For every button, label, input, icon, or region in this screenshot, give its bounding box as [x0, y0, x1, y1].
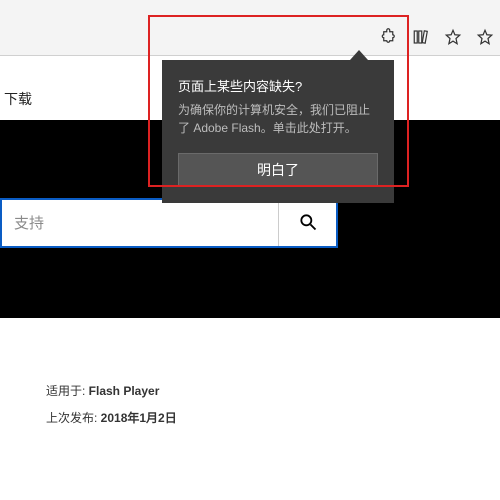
published-value: 2018年1月2日	[101, 411, 177, 425]
search-wrap	[0, 198, 338, 248]
published-label: 上次发布:	[46, 411, 101, 425]
popup-body[interactable]: 为确保你的计算机安全，我们已阻止了 Adobe Flash。单击此处打开。	[178, 101, 378, 137]
extension-icon[interactable]	[380, 28, 398, 46]
applies-to-label: 适用于:	[46, 384, 89, 398]
toolbar-icons	[380, 28, 494, 46]
search-input[interactable]	[2, 200, 278, 246]
popup-confirm-button[interactable]: 明白了	[178, 153, 378, 187]
browser-chrome	[0, 0, 500, 56]
applies-to-value: Flash Player	[89, 384, 160, 398]
flash-blocked-popup: 页面上某些内容缺失? 为确保你的计算机安全，我们已阻止了 Adobe Flash…	[162, 60, 394, 203]
search-icon	[298, 212, 318, 235]
star-icon[interactable]	[444, 28, 462, 46]
nav-downloads[interactable]: 下载	[0, 89, 36, 109]
applies-to-line: 适用于: Flash Player	[46, 382, 177, 399]
page-area: 下载 页面上某些内容缺失? 为确保你的计算机安全，我们已阻止了 Adobe Fl…	[0, 56, 500, 500]
popup-title: 页面上某些内容缺失?	[178, 76, 378, 95]
info-block: 适用于: Flash Player 上次发布: 2018年1月2日	[46, 382, 177, 436]
library-icon[interactable]	[412, 28, 430, 46]
published-line: 上次发布: 2018年1月2日	[46, 409, 177, 426]
search-button[interactable]	[278, 200, 336, 246]
star-icon-2[interactable]	[476, 28, 494, 46]
